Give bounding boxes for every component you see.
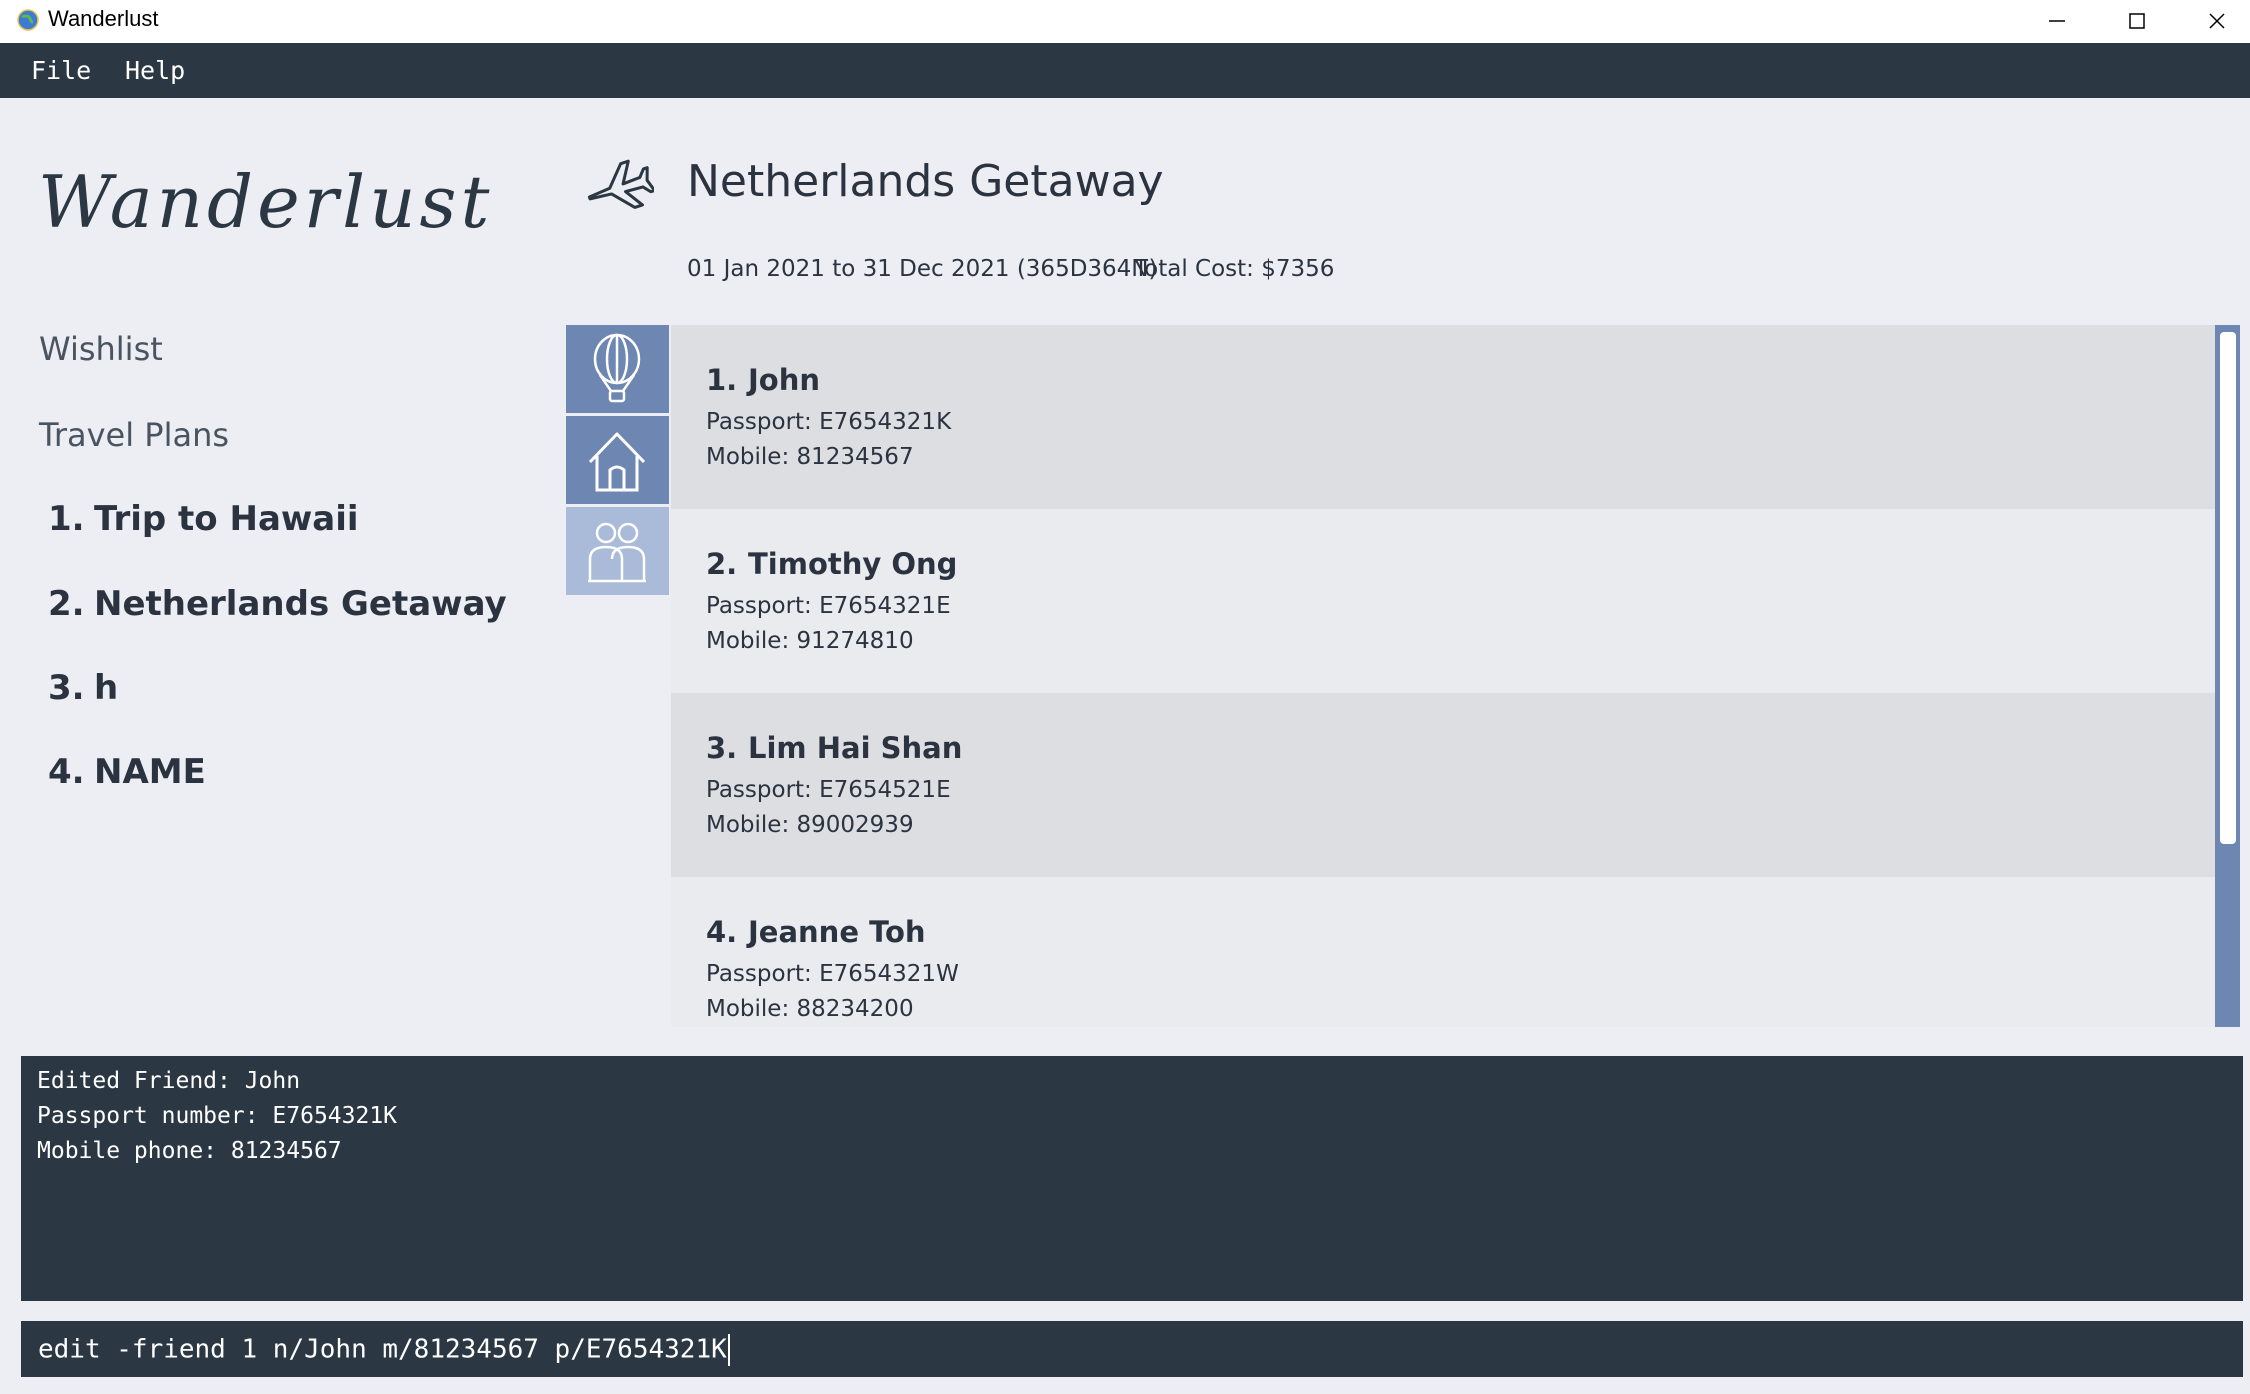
friend-card[interactable]: 3. Lim Hai Shan Passport: E7654521E Mobil… (671, 693, 2215, 877)
friend-card[interactable]: 1. John Passport: E7654321K Mobile: 81234… (671, 325, 2215, 509)
maximize-icon (2129, 13, 2145, 29)
friend-passport: Passport: E7654321E (706, 593, 951, 619)
travel-plan-name: Trip to Hawaii (94, 499, 359, 539)
house-icon (588, 432, 646, 492)
trip-dates: 01 Jan 2021 to 31 Dec 2021 (365D364N) (687, 256, 1158, 282)
friend-name-text: Timothy Ong (748, 547, 958, 581)
app-globe-icon (17, 9, 39, 31)
list-scrollbar-thumb[interactable] (2220, 332, 2236, 844)
menu-file[interactable]: File (31, 56, 91, 85)
command-value: edit -friend 1 n/John m/81234567 p/E7654… (38, 1334, 727, 1365)
command-input[interactable]: edit -friend 1 n/John m/81234567 p/E7654… (21, 1321, 2243, 1377)
text-cursor (727, 1334, 730, 1366)
tab-accommodations[interactable] (566, 416, 669, 504)
menu-bar: File Help (0, 43, 2250, 98)
menu-help[interactable]: Help (125, 56, 185, 85)
command-text: edit -friend 1 n/John m/81234567 p/E7654… (38, 1334, 730, 1366)
tab-activities[interactable] (566, 325, 669, 413)
friend-number: 3. (706, 731, 738, 765)
close-button[interactable] (2177, 0, 2250, 43)
friend-number: 2. (706, 547, 738, 581)
friend-passport: Passport: E7654321K (706, 409, 952, 435)
tab-friends[interactable] (566, 507, 669, 595)
friend-mobile: Mobile: 89002939 (706, 812, 914, 838)
window-title: Wanderlust (48, 6, 159, 31)
friend-number: 4. (706, 915, 738, 949)
travel-plan-name: Netherlands Getaway (94, 584, 507, 624)
travel-plan-number: 4. (48, 752, 85, 792)
friend-mobile: Mobile: 81234567 (706, 444, 914, 470)
window-title-bar: Wanderlust (0, 0, 2250, 43)
friend-card[interactable]: 2. Timothy Ong Passport: E7654321E Mobile… (671, 509, 2215, 693)
airplane-icon (587, 159, 654, 209)
friend-name-text: Jeanne Toh (748, 915, 926, 949)
result-display: Edited Friend: John Passport number: E76… (21, 1056, 2243, 1301)
friend-number: 1. (706, 363, 738, 397)
friend-name: 2. Timothy Ong (706, 547, 957, 581)
close-icon (2209, 13, 2225, 29)
friend-name: 3. Lim Hai Shan (706, 731, 962, 765)
friend-name-text: Lim Hai Shan (748, 731, 963, 765)
travel-plan-number: 2. (48, 584, 85, 624)
result-line: Edited Friend: John (37, 1068, 301, 1094)
friend-mobile: Mobile: 88234200 (706, 996, 914, 1022)
minimize-icon (2049, 20, 2065, 22)
travel-plan-item[interactable]: 1. Trip to Hawaii (48, 499, 359, 539)
friend-name: 1. John (706, 363, 820, 397)
friend-list[interactable]: 1. John Passport: E7654321K Mobile: 81234… (671, 325, 2215, 1027)
nav-travel-plans[interactable]: Travel Plans (39, 416, 229, 454)
travel-plan-name: h (94, 668, 119, 708)
friend-name: 4. Jeanne Toh (706, 915, 926, 949)
maximize-button[interactable] (2097, 0, 2177, 43)
friend-card[interactable]: 4. Jeanne Toh Passport: E7654321W Mobile:… (671, 877, 2215, 1027)
brand-logo: Wanderlust (38, 160, 494, 244)
travel-plan-name: NAME (94, 752, 206, 792)
travel-plan-item[interactable]: 2. Netherlands Getaway (48, 584, 507, 624)
travel-plan-item[interactable]: 3. h (48, 668, 118, 708)
friends-icon (588, 522, 646, 583)
friend-passport: Passport: E7654321W (706, 961, 959, 987)
trip-total-cost: Total Cost: $7356 (1134, 256, 1335, 282)
friend-name-text: John (748, 363, 821, 397)
friend-passport: Passport: E7654521E (706, 777, 951, 803)
trip-title: Netherlands Getaway (687, 156, 1164, 207)
travel-plan-number: 1. (48, 499, 85, 539)
result-line: Passport number: E7654321K (37, 1103, 398, 1129)
minimize-button[interactable] (2017, 0, 2097, 43)
travel-plan-number: 3. (48, 668, 85, 708)
hot-air-balloon-icon (593, 333, 641, 403)
result-line: Mobile phone: 81234567 (37, 1138, 342, 1164)
nav-wishlist[interactable]: Wishlist (39, 330, 163, 368)
travel-plan-item[interactable]: 4. NAME (48, 752, 206, 792)
friend-mobile: Mobile: 91274810 (706, 628, 914, 654)
